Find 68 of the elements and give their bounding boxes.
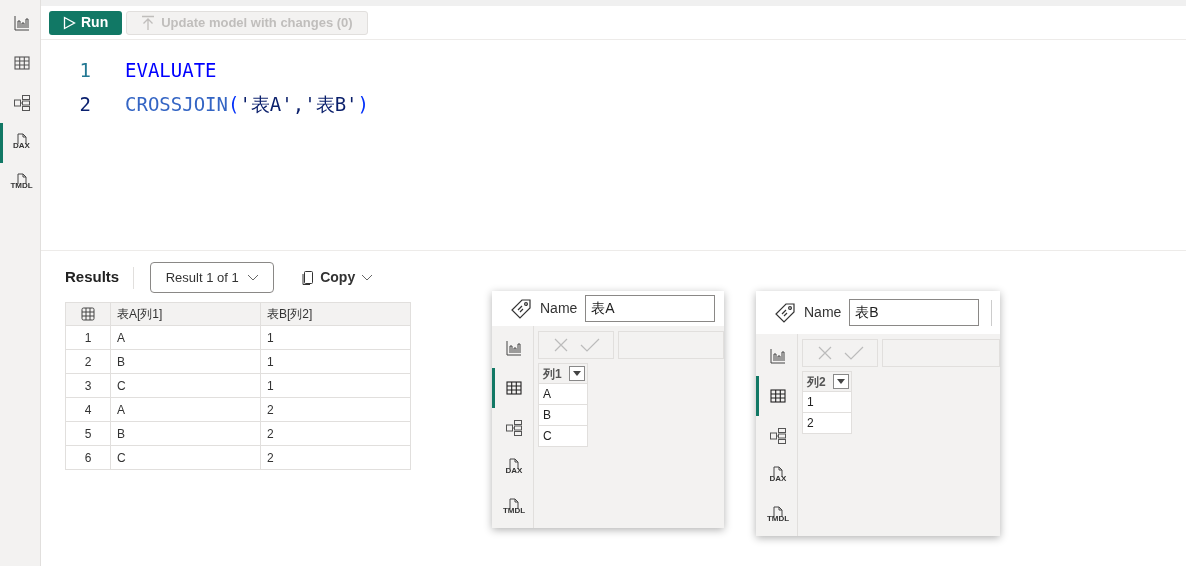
nav-item[interactable]: TMDL xyxy=(0,163,40,203)
model-diagram-icon xyxy=(12,94,31,112)
table-cell: B xyxy=(110,421,261,446)
model-diagram-icon xyxy=(769,427,787,445)
nav-item[interactable]: DAX xyxy=(756,456,797,496)
table-cell: 1 xyxy=(260,349,411,374)
nav-item[interactable]: DAX xyxy=(492,448,533,488)
code-line: CROSSJOIN('表A','表B') xyxy=(125,91,369,117)
table-cell: 2 xyxy=(260,445,411,470)
table-cell: 1 xyxy=(260,325,411,350)
nav-item[interactable]: DAX xyxy=(0,123,40,163)
chevron-down-icon xyxy=(246,274,259,281)
column-header: 表B[列2] xyxy=(260,302,411,326)
filter-dropdown-icon[interactable] xyxy=(833,374,849,389)
name-label: Name xyxy=(540,299,578,318)
copy-icon xyxy=(302,269,315,286)
play-icon xyxy=(63,15,76,30)
cancel-icon[interactable] xyxy=(816,345,833,361)
table-cell: 1 xyxy=(802,392,852,413)
table-cell: C xyxy=(538,426,588,447)
table-cell: A xyxy=(110,325,261,350)
code-line: EVALUATE xyxy=(125,57,217,83)
bar-chart-icon xyxy=(769,347,787,365)
upload-arrow-icon xyxy=(141,14,156,31)
tag-icon xyxy=(510,297,532,320)
table-cell: B xyxy=(110,349,261,374)
table-cell: 2 xyxy=(260,421,411,446)
tag-icon xyxy=(774,301,796,324)
bar-chart-icon xyxy=(12,14,31,32)
table-icon xyxy=(81,307,95,321)
name-label: Name xyxy=(804,303,842,322)
nav-item[interactable]: TMDL xyxy=(492,488,533,528)
line-number: 1 xyxy=(78,57,91,83)
row-number: 1 xyxy=(65,325,111,350)
table-icon xyxy=(505,379,523,397)
name-field[interactable]: 表A xyxy=(585,295,716,322)
result-dropdown[interactable]: Result 1 of 1 xyxy=(150,262,275,293)
column-name: 列2 xyxy=(807,373,826,391)
row-number: 2 xyxy=(65,349,111,374)
table-icon xyxy=(769,387,787,405)
table-cell: 2 xyxy=(260,397,411,422)
chevron-down-icon xyxy=(361,274,374,281)
table-cell: B xyxy=(538,405,588,426)
nav-item[interactable]: TMDL xyxy=(756,496,797,536)
line-number: 2 xyxy=(78,91,91,117)
table-cell: 2 xyxy=(802,413,852,434)
table-cell: C xyxy=(110,373,261,398)
filter-dropdown-icon[interactable] xyxy=(569,366,585,381)
table-icon xyxy=(12,54,31,72)
table-cell: A xyxy=(538,384,588,405)
table-cell: 1 xyxy=(260,373,411,398)
table-cell: C xyxy=(110,445,261,470)
row-number: 3 xyxy=(65,373,111,398)
check-icon[interactable] xyxy=(843,345,864,361)
copy-button[interactable]: Copy xyxy=(302,267,374,288)
row-number: 6 xyxy=(65,445,111,470)
column-header: 表A[列1] xyxy=(110,302,261,326)
bar-chart-icon xyxy=(505,339,523,357)
model-diagram-icon xyxy=(505,419,523,437)
run-button[interactable]: Run xyxy=(49,10,123,35)
cancel-icon[interactable] xyxy=(552,337,569,353)
results-title: Results xyxy=(65,267,120,288)
row-number: 4 xyxy=(65,397,111,422)
check-icon[interactable] xyxy=(579,337,600,353)
column-name: 列1 xyxy=(543,365,562,383)
table-cell: A xyxy=(110,397,261,422)
row-number: 5 xyxy=(65,421,111,446)
name-field[interactable]: 表B xyxy=(849,299,980,326)
